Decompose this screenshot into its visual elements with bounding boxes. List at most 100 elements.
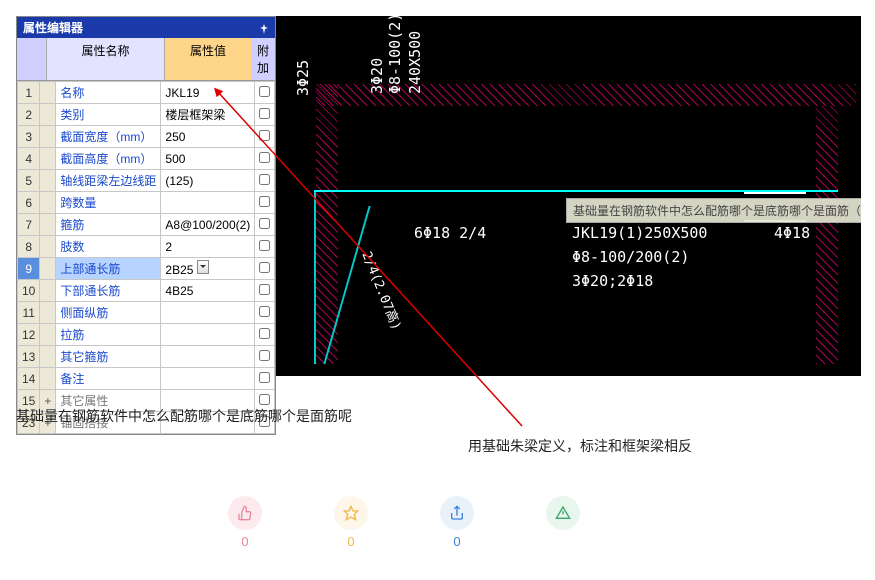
attach-checkbox[interactable] <box>255 368 275 390</box>
property-value[interactable] <box>161 346 255 368</box>
property-value[interactable]: 500 <box>161 148 255 170</box>
property-value[interactable]: JKL19 <box>161 82 255 104</box>
property-row[interactable]: 14 备注 <box>18 368 275 390</box>
expand-icon <box>40 280 56 302</box>
cad-label: Φ8-100/200(2) <box>572 248 689 266</box>
expand-icon <box>40 302 56 324</box>
property-row[interactable]: 8 肢数2 <box>18 236 275 258</box>
property-row[interactable]: 13其它箍筋 <box>18 346 275 368</box>
property-name: 侧面纵筋 <box>56 302 161 324</box>
property-value[interactable]: 250 <box>161 126 255 148</box>
property-name: 肢数 <box>56 236 161 258</box>
attach-checkbox[interactable] <box>255 104 275 126</box>
property-name: 箍筋 <box>56 214 161 236</box>
attach-checkbox[interactable] <box>255 148 275 170</box>
expand-icon <box>40 148 56 170</box>
attach-checkbox[interactable] <box>255 126 275 148</box>
row-number: 11 <box>18 302 40 324</box>
like-count: 0 <box>241 534 248 549</box>
property-name: 跨数量 <box>56 192 161 214</box>
attach-checkbox[interactable] <box>255 302 275 324</box>
report-button[interactable] <box>546 496 580 549</box>
pin-icon[interactable] <box>259 23 269 33</box>
row-number: 13 <box>18 346 40 368</box>
property-row[interactable]: 3截面宽度（mm）250 <box>18 126 275 148</box>
row-number: 1 <box>18 82 40 104</box>
property-row[interactable]: 5轴线距梁左边线距(125) <box>18 170 275 192</box>
property-value[interactable] <box>161 324 255 346</box>
attach-checkbox[interactable] <box>255 170 275 192</box>
property-row[interactable]: 1 名称JKL19 <box>18 82 275 104</box>
attach-checkbox[interactable] <box>255 82 275 104</box>
property-value[interactable] <box>161 302 255 324</box>
property-value[interactable]: 楼层框架梁 <box>161 104 255 126</box>
property-name: 名称 <box>56 82 161 104</box>
cad-label: 3Φ20;2Φ18 <box>572 272 653 290</box>
property-value[interactable]: 2B25 <box>161 258 255 280</box>
cad-tooltip: 基础量在钢筋软件中怎么配筋哪个是底筋哪个是面筋（详细 <box>566 198 861 223</box>
cad-label: Φ8-100(2) <box>386 16 404 94</box>
expand-icon <box>40 346 56 368</box>
header-attach: 附加 <box>251 38 275 80</box>
cad-label: JKL19(1)250X500 <box>572 224 707 242</box>
cad-label: 6Φ18 2/4 <box>414 224 486 242</box>
attach-checkbox[interactable] <box>255 214 275 236</box>
cad-label: 3Φ25 <box>294 60 312 96</box>
property-row[interactable]: 7 箍筋A8@100/200(2) <box>18 214 275 236</box>
property-row[interactable]: 10下部通长筋4B25 <box>18 280 275 302</box>
row-number: 4 <box>18 148 40 170</box>
star-button[interactable]: 0 <box>334 496 368 549</box>
expand-icon <box>40 368 56 390</box>
property-row[interactable]: 9上部通长筋2B25 <box>18 258 275 280</box>
share-icon <box>440 496 474 530</box>
attach-checkbox[interactable] <box>255 346 275 368</box>
property-value[interactable]: 4B25 <box>161 280 255 302</box>
property-name: 截面宽度（mm） <box>56 126 161 148</box>
header-name: 属性名称 <box>47 38 165 80</box>
property-header-row: 属性名称 属性值 附加 <box>17 38 275 81</box>
expand-icon <box>40 236 56 258</box>
row-number: 14 <box>18 368 40 390</box>
expand-icon <box>40 258 56 280</box>
property-name: 类别 <box>56 104 161 126</box>
warning-icon <box>546 496 580 530</box>
expand-icon <box>40 214 56 236</box>
dropdown-icon[interactable] <box>197 260 209 274</box>
property-row[interactable]: 2 类别楼层框架梁 <box>18 104 275 126</box>
property-value[interactable]: 2 <box>161 236 255 258</box>
property-row[interactable]: 6跨数量 <box>18 192 275 214</box>
row-number: 10 <box>18 280 40 302</box>
thumbs-up-icon <box>228 496 262 530</box>
property-name: 拉筋 <box>56 324 161 346</box>
attach-checkbox[interactable] <box>255 324 275 346</box>
share-button[interactable]: 0 <box>440 496 474 549</box>
property-row[interactable]: 4截面高度（mm）500 <box>18 148 275 170</box>
row-number: 9 <box>18 258 40 280</box>
property-name: 备注 <box>56 368 161 390</box>
property-row[interactable]: 11 侧面纵筋 <box>18 302 275 324</box>
cad-viewport[interactable]: 3Φ25 3Φ20 Φ8-100(2) 240X500 6Φ18 2/4 2/4… <box>276 16 861 376</box>
property-value[interactable]: (125) <box>161 170 255 192</box>
attach-checkbox[interactable] <box>255 192 275 214</box>
property-table: 1 名称JKL19 2 类别楼层框架梁3截面宽度（mm）2504截面高度（mm）500… <box>17 81 275 434</box>
expand-icon <box>40 170 56 192</box>
cad-label: 240X500 <box>406 31 424 94</box>
header-value: 属性值 <box>165 38 251 80</box>
like-button[interactable]: 0 <box>228 496 262 549</box>
star-icon <box>334 496 368 530</box>
share-count: 0 <box>453 534 460 549</box>
property-value[interactable] <box>161 368 255 390</box>
row-number: 12 <box>18 324 40 346</box>
expand-icon <box>40 82 56 104</box>
cad-label: 3Φ20 <box>368 58 386 94</box>
attach-checkbox[interactable] <box>255 236 275 258</box>
property-value[interactable] <box>161 192 255 214</box>
attach-checkbox[interactable] <box>255 280 275 302</box>
row-number: 8 <box>18 236 40 258</box>
row-number: 2 <box>18 104 40 126</box>
property-value[interactable]: A8@100/200(2) <box>161 214 255 236</box>
row-number: 7 <box>18 214 40 236</box>
question-text-1: 基础量在钢筋软件中怎么配筋哪个是底筋哪个是面筋呢 <box>16 406 352 426</box>
property-row[interactable]: 12 拉筋 <box>18 324 275 346</box>
attach-checkbox[interactable] <box>255 258 275 280</box>
